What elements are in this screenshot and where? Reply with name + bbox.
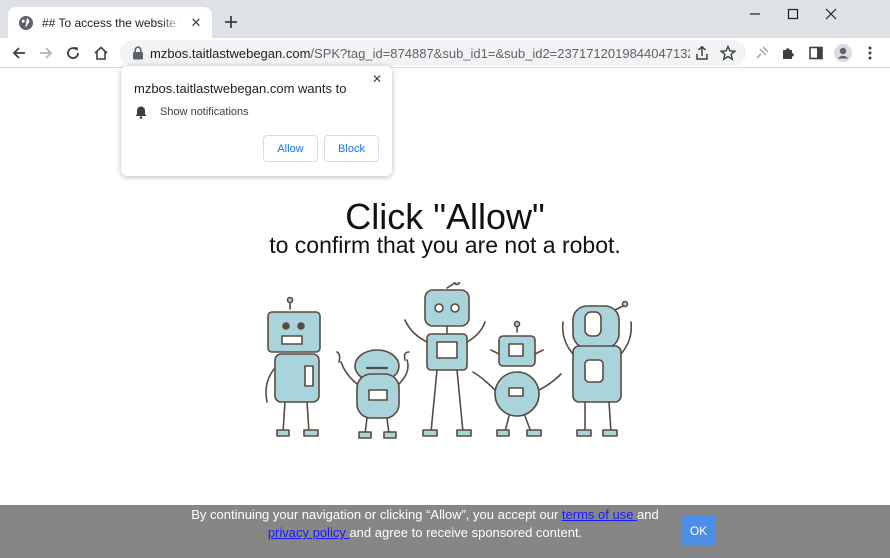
robot-2 (336, 349, 410, 439)
menu-button[interactable] (858, 41, 882, 65)
ok-button[interactable]: OK (682, 516, 715, 545)
consent-text: By continuing your navigation or clickin… (180, 506, 670, 542)
robot-4 (472, 320, 562, 437)
new-tab-button[interactable] (220, 11, 242, 33)
reload-icon (67, 47, 79, 59)
consent-text-after: and agree to receive sponsored content. (349, 525, 583, 540)
tab-title: ## To access the website click the (42, 15, 182, 30)
page-headline: Click "Allow" (345, 196, 545, 237)
side-panel-button[interactable] (804, 41, 828, 65)
arrow-left-icon (12, 47, 25, 59)
prompt-permission-row: Show notifications (134, 105, 249, 119)
allow-button[interactable]: Allow (263, 135, 318, 162)
permission-prompt: mzbos.taitlastwebegan.com wants to ✕ Sho… (121, 66, 392, 176)
profile-button[interactable] (831, 41, 855, 65)
side-panel-icon (809, 46, 823, 60)
url-path: /SPK?tag_id=874887&sub_id1=&sub_id2=2371… (310, 45, 690, 61)
globe-icon (19, 15, 33, 30)
arrow-right-icon (40, 47, 53, 59)
maximize-button[interactable] (774, 0, 812, 28)
bookmark-button[interactable] (716, 41, 740, 65)
tab-active[interactable]: ## To access the website click the ✕ (8, 7, 212, 38)
consent-text-before: By continuing your navigation or clickin… (191, 507, 562, 522)
puzzle-icon (783, 48, 794, 59)
close-window-button[interactable] (812, 0, 850, 28)
prompt-close-icon[interactable]: ✕ (370, 72, 384, 86)
robot-1 (265, 296, 321, 437)
back-button[interactable] (7, 41, 31, 65)
url-text: mzbos.taitlastwebegan.com/SPK?tag_id=874… (150, 46, 690, 61)
performance-icon (756, 46, 769, 59)
star-icon (720, 45, 736, 61)
forward-button[interactable] (34, 41, 58, 65)
robot-3 (404, 282, 486, 437)
minimize-icon (750, 13, 760, 15)
tab-close-icon[interactable]: ✕ (188, 15, 204, 31)
privacy-policy-link[interactable]: privacy policy (268, 525, 350, 540)
prompt-title: mzbos.taitlastwebegan.com wants to (134, 81, 347, 96)
close-icon (825, 8, 837, 20)
lock-icon (133, 46, 143, 60)
block-button[interactable]: Block (324, 135, 379, 162)
kebab-menu-icon (868, 46, 872, 60)
maximize-icon (787, 8, 799, 20)
address-bar[interactable]: mzbos.taitlastwebegan.com/SPK?tag_id=874… (120, 40, 746, 66)
url-host: mzbos.taitlastwebegan.com (150, 45, 311, 61)
home-button[interactable] (89, 41, 113, 65)
plus-icon (225, 16, 237, 28)
share-button[interactable] (690, 41, 714, 65)
minimize-button[interactable] (736, 0, 774, 28)
terms-of-use-link[interactable]: terms of use (562, 507, 637, 522)
prompt-permission: Show notifications (160, 106, 249, 118)
robots-illustration (265, 282, 633, 439)
bell-icon (135, 106, 147, 119)
home-icon (94, 46, 108, 60)
consent-text-and: and (637, 507, 659, 522)
toolbar: mzbos.taitlastwebegan.com/SPK?tag_id=874… (0, 38, 890, 68)
robot-5 (561, 300, 633, 437)
consent-bar: By continuing your navigation or clickin… (0, 505, 890, 558)
site-info-button[interactable] (128, 43, 148, 63)
extensions-button[interactable] (777, 41, 801, 65)
share-icon (696, 45, 708, 60)
page-subline: to confirm that you are not a robot. (269, 232, 621, 258)
browser-window: ## To access the website click the ✕ (0, 0, 890, 558)
performance-button[interactable] (750, 41, 774, 65)
tab-strip: ## To access the website click the ✕ (0, 0, 890, 38)
reload-button[interactable] (61, 41, 85, 65)
profile-icon (834, 44, 852, 62)
